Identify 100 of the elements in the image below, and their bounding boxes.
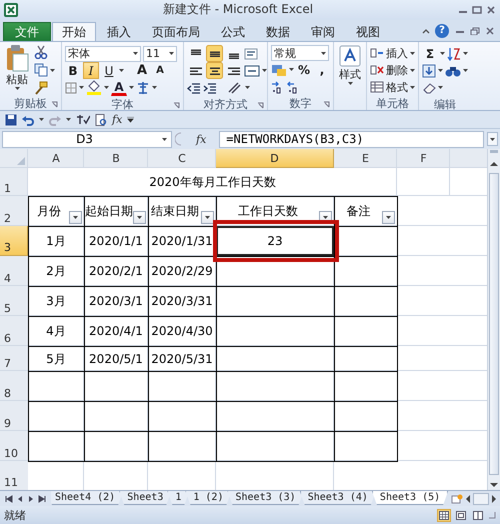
bold-button[interactable]: B [65, 62, 81, 79]
scroll-thumb[interactable] [489, 173, 499, 476]
column-header[interactable]: F [397, 149, 450, 168]
grow-font-button[interactable]: A [134, 62, 150, 79]
name-box[interactable]: D3 [2, 130, 172, 148]
filter-dropdown-button[interactable] [382, 211, 395, 224]
underline-button[interactable]: U [101, 62, 117, 79]
caret-icon[interactable] [463, 69, 468, 72]
dialog-launcher-icon[interactable] [323, 101, 330, 108]
insert-sheet-icon[interactable] [451, 494, 464, 504]
paste-button[interactable]: 粘贴 [3, 44, 31, 97]
next-sheet-icon[interactable] [27, 494, 35, 502]
sheet-tab[interactable]: Sheet4 (2) [51, 491, 124, 505]
filter-dropdown-button[interactable] [201, 211, 214, 224]
format-painter-icon[interactable] [34, 81, 48, 95]
expand-formula-bar-icon[interactable] [487, 132, 498, 146]
close-icon[interactable] [486, 6, 496, 14]
sheet-tab[interactable]: 1 [167, 491, 190, 505]
caret-icon[interactable] [289, 68, 294, 71]
undo-icon[interactable] [22, 114, 34, 126]
italic-button[interactable]: I [83, 62, 99, 79]
print-preview-icon[interactable] [95, 114, 107, 126]
comma-style-button[interactable]: , [314, 61, 330, 78]
caret-icon[interactable] [119, 69, 124, 72]
font-color-button[interactable]: A [111, 80, 127, 96]
dialog-launcher-icon[interactable] [173, 102, 180, 109]
text-orientation-icon[interactable] [227, 80, 243, 94]
font-size-field[interactable]: 11 [143, 46, 177, 62]
first-sheet-icon[interactable] [5, 494, 13, 502]
fill-color-icon[interactable] [86, 80, 102, 95]
caret-icon[interactable] [50, 68, 55, 72]
row-header[interactable]: 7 [0, 346, 28, 371]
increase-indent-icon[interactable] [203, 80, 217, 94]
caret-icon[interactable] [104, 86, 109, 89]
formula-field[interactable]: =NETWORKDAYS(B3,C3) [219, 130, 484, 148]
shrink-font-button[interactable]: A [152, 62, 168, 79]
previous-sheet-icon[interactable] [16, 494, 24, 502]
scroll-right-icon[interactable] [491, 494, 497, 502]
format-cells-button[interactable]: 格式 [370, 79, 415, 95]
row-header[interactable]: 11 [0, 461, 28, 490]
caret-icon[interactable] [438, 69, 443, 72]
column-header[interactable]: E [334, 149, 397, 168]
insert-function-button[interactable]: fx [112, 114, 122, 125]
normal-view-button[interactable] [437, 508, 451, 522]
caret-icon[interactable] [440, 52, 445, 55]
page-break-view-button[interactable] [471, 508, 485, 522]
delete-cells-button[interactable]: 删除 [370, 62, 415, 78]
sheet-tab[interactable]: Sheet3 (5) [372, 491, 448, 505]
last-sheet-icon[interactable] [38, 494, 46, 502]
column-header[interactable]: D [216, 149, 334, 168]
filter-dropdown-button[interactable] [69, 211, 82, 224]
row-header[interactable]: 1 [0, 168, 28, 196]
maximize-icon[interactable] [472, 6, 482, 14]
ribbon-tab[interactable]: 插入 [97, 22, 141, 41]
row-header[interactable]: 4 [0, 256, 28, 286]
save-icon[interactable] [5, 114, 17, 126]
dialog-launcher-icon[interactable] [257, 102, 264, 109]
styles-button[interactable]: 样式 [337, 45, 363, 97]
column-header[interactable]: C [148, 149, 216, 168]
customize-toolbar-icon[interactable] [127, 116, 134, 122]
row-header[interactable]: 9 [0, 401, 28, 431]
row-header[interactable]: 3 [0, 226, 28, 256]
eraser-icon[interactable] [422, 80, 436, 94]
font-name-field[interactable]: 宋体 [65, 46, 141, 62]
sheet-tab[interactable]: Sheet3 [119, 491, 172, 505]
row-header[interactable]: 6 [0, 316, 28, 346]
row-header[interactable]: 8 [0, 371, 28, 401]
file-menu-button[interactable]: 文件 [3, 22, 51, 41]
row-header[interactable]: 2 [0, 196, 28, 226]
phonetic-guide-icon[interactable] [136, 80, 150, 94]
sort-filter-icon[interactable] [447, 46, 461, 60]
sheet-tab[interactable]: 1 (2) [185, 491, 232, 505]
insert-function-button[interactable]: fx [186, 132, 216, 146]
filter-dropdown-button[interactable] [133, 211, 146, 224]
row-header[interactable]: 5 [0, 286, 28, 316]
collapse-ribbon-icon[interactable] [422, 28, 430, 34]
dialog-launcher-icon[interactable] [51, 101, 58, 108]
column-header[interactable]: B [84, 149, 148, 168]
column-header[interactable]: A [28, 149, 84, 168]
help-button[interactable]: ? [435, 24, 449, 38]
merge-center-icon[interactable] [244, 64, 260, 78]
caret-icon[interactable] [129, 86, 134, 89]
sheet-tab[interactable]: Sheet3 (3) [227, 491, 304, 505]
ribbon-tab[interactable]: 页面布局 [142, 22, 210, 41]
percent-style-button[interactable]: % [296, 61, 312, 78]
decrease-indent-icon[interactable] [187, 80, 201, 94]
autosum-button[interactable]: Σ [422, 45, 438, 62]
align-center-button[interactable] [206, 62, 223, 79]
copy-icon[interactable] [34, 63, 48, 77]
page-layout-view-button[interactable] [454, 508, 468, 522]
row-header[interactable]: 10 [0, 431, 28, 461]
align-middle-button[interactable] [206, 45, 223, 62]
caret-icon[interactable] [262, 69, 267, 72]
number-format-field[interactable]: 常规 [271, 45, 329, 61]
caret-icon[interactable] [245, 86, 250, 89]
ribbon-tab[interactable]: 审阅 [301, 22, 345, 41]
caret-icon[interactable] [438, 86, 443, 89]
split-handle-icon[interactable] [488, 149, 500, 155]
insert-cells-button[interactable]: 插入 [370, 45, 415, 61]
ribbon-tab[interactable]: 公式 [211, 22, 255, 41]
